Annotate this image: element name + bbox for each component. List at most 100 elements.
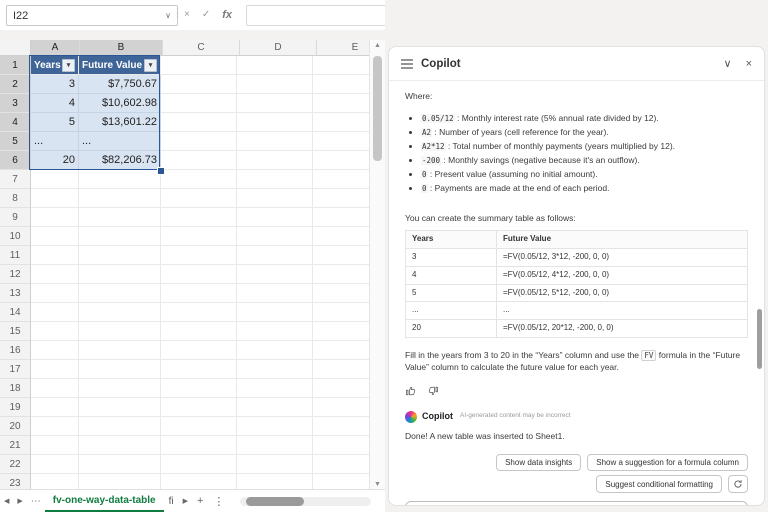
cell-B14[interactable] bbox=[79, 303, 161, 322]
cell-E10[interactable] bbox=[313, 227, 370, 246]
cell-E2[interactable] bbox=[313, 75, 370, 94]
cell-C9[interactable] bbox=[161, 208, 237, 227]
cell-C12[interactable] bbox=[161, 265, 237, 284]
row-header-23[interactable]: 23 bbox=[0, 474, 31, 490]
row-header-19[interactable]: 19 bbox=[0, 398, 31, 417]
cell-E12[interactable] bbox=[313, 265, 370, 284]
column-header-C[interactable]: C bbox=[163, 40, 240, 56]
cell-D2[interactable] bbox=[237, 75, 313, 94]
cell-D23[interactable] bbox=[237, 474, 313, 490]
insert-function-icon[interactable]: fx bbox=[222, 9, 232, 21]
cell-C10[interactable] bbox=[161, 227, 237, 246]
cell-E6[interactable] bbox=[313, 151, 370, 170]
formula-column-suggestion-button[interactable]: Show a suggestion for a formula column bbox=[587, 454, 748, 471]
conditional-formatting-button[interactable]: Suggest conditional formatting bbox=[596, 475, 722, 493]
copilot-scrollbar-thumb[interactable] bbox=[757, 309, 762, 369]
cell-E13[interactable] bbox=[313, 284, 370, 303]
cell-A2[interactable]: 3 bbox=[31, 75, 79, 94]
sheet-tab-active[interactable]: fv-one-way-data-table bbox=[45, 490, 164, 512]
cell-C7[interactable] bbox=[161, 170, 237, 189]
cell-B20[interactable] bbox=[79, 417, 161, 436]
cell-C3[interactable] bbox=[161, 94, 237, 113]
cell-C17[interactable] bbox=[161, 360, 237, 379]
name-box[interactable]: I22 ∨ bbox=[6, 5, 178, 26]
cell-C1[interactable] bbox=[161, 56, 237, 75]
row-header-12[interactable]: 12 bbox=[0, 265, 31, 284]
cell-B5[interactable]: ... bbox=[79, 132, 161, 151]
name-box-chevron-icon[interactable]: ∨ bbox=[165, 11, 171, 20]
cell-E20[interactable] bbox=[313, 417, 370, 436]
row-header-21[interactable]: 21 bbox=[0, 436, 31, 455]
thumbs-down-icon[interactable] bbox=[427, 385, 439, 400]
column-header-A[interactable]: A bbox=[31, 40, 80, 56]
cell-C14[interactable] bbox=[161, 303, 237, 322]
enter-check-icon[interactable]: ✓ bbox=[202, 9, 210, 20]
cell-D17[interactable] bbox=[237, 360, 313, 379]
vertical-scrollbar-thumb[interactable] bbox=[373, 56, 382, 161]
cell-C21[interactable] bbox=[161, 436, 237, 455]
cell-A5[interactable]: ... bbox=[31, 132, 79, 151]
horizontal-scrollbar-thumb[interactable] bbox=[246, 497, 304, 506]
cell-C5[interactable] bbox=[161, 132, 237, 151]
cell-C15[interactable] bbox=[161, 322, 237, 341]
cell-C20[interactable] bbox=[161, 417, 237, 436]
cell-B21[interactable] bbox=[79, 436, 161, 455]
cell-C6[interactable] bbox=[161, 151, 237, 170]
add-sheet-icon[interactable]: + bbox=[192, 495, 208, 507]
cell-A16[interactable] bbox=[31, 341, 79, 360]
cell-B16[interactable] bbox=[79, 341, 161, 360]
row-header-8[interactable]: 8 bbox=[0, 189, 31, 208]
cell-E1[interactable] bbox=[313, 56, 370, 75]
cell-D21[interactable] bbox=[237, 436, 313, 455]
cell-D4[interactable] bbox=[237, 113, 313, 132]
cell-D7[interactable] bbox=[237, 170, 313, 189]
cell-B23[interactable] bbox=[79, 474, 161, 490]
row-header-11[interactable]: 11 bbox=[0, 246, 31, 265]
cell-D3[interactable] bbox=[237, 94, 313, 113]
cell-E21[interactable] bbox=[313, 436, 370, 455]
cell-E4[interactable] bbox=[313, 113, 370, 132]
cell-D15[interactable] bbox=[237, 322, 313, 341]
cell-B2[interactable]: $7,750.67 bbox=[79, 75, 161, 94]
cell-A20[interactable] bbox=[31, 417, 79, 436]
column-header-E[interactable]: E bbox=[317, 40, 370, 56]
cell-A14[interactable] bbox=[31, 303, 79, 322]
cell-E9[interactable] bbox=[313, 208, 370, 227]
cell-D12[interactable] bbox=[237, 265, 313, 284]
cell-E23[interactable] bbox=[313, 474, 370, 490]
vertical-scrollbar[interactable]: ▲ ▼ bbox=[369, 40, 385, 490]
cell-C16[interactable] bbox=[161, 341, 237, 360]
cell-D10[interactable] bbox=[237, 227, 313, 246]
cell-C18[interactable] bbox=[161, 379, 237, 398]
row-header-3[interactable]: 3 bbox=[0, 94, 31, 113]
cell-D18[interactable] bbox=[237, 379, 313, 398]
cell-C22[interactable] bbox=[161, 455, 237, 474]
column-header-D[interactable]: D bbox=[240, 40, 317, 56]
cell-D22[interactable] bbox=[237, 455, 313, 474]
cell-B7[interactable] bbox=[79, 170, 161, 189]
cell-D19[interactable] bbox=[237, 398, 313, 417]
cell-B12[interactable] bbox=[79, 265, 161, 284]
cell-A4[interactable]: 5 bbox=[31, 113, 79, 132]
column-header-B[interactable]: B bbox=[80, 40, 163, 56]
sheet-nav-right-icon[interactable]: ▶ bbox=[13, 497, 26, 505]
row-header-14[interactable]: 14 bbox=[0, 303, 31, 322]
cell-A6[interactable]: 20 bbox=[31, 151, 79, 170]
cell-E19[interactable] bbox=[313, 398, 370, 417]
cell-B13[interactable] bbox=[79, 284, 161, 303]
cell-B3[interactable]: $10,602.98 bbox=[79, 94, 161, 113]
cell-D5[interactable] bbox=[237, 132, 313, 151]
refresh-suggestions-button[interactable] bbox=[728, 475, 748, 493]
cell-E17[interactable] bbox=[313, 360, 370, 379]
cell-C2[interactable] bbox=[161, 75, 237, 94]
cell-A7[interactable] bbox=[31, 170, 79, 189]
cell-A22[interactable] bbox=[31, 455, 79, 474]
horizontal-scrollbar[interactable] bbox=[240, 497, 371, 506]
select-all-corner[interactable] bbox=[0, 40, 31, 56]
cell-A1[interactable]: Years▾ bbox=[31, 56, 79, 75]
cell-A10[interactable] bbox=[31, 227, 79, 246]
cell-C23[interactable] bbox=[161, 474, 237, 490]
fill-handle[interactable] bbox=[157, 167, 165, 175]
row-header-10[interactable]: 10 bbox=[0, 227, 31, 246]
cell-B1[interactable]: Future Value▾ bbox=[79, 56, 161, 75]
